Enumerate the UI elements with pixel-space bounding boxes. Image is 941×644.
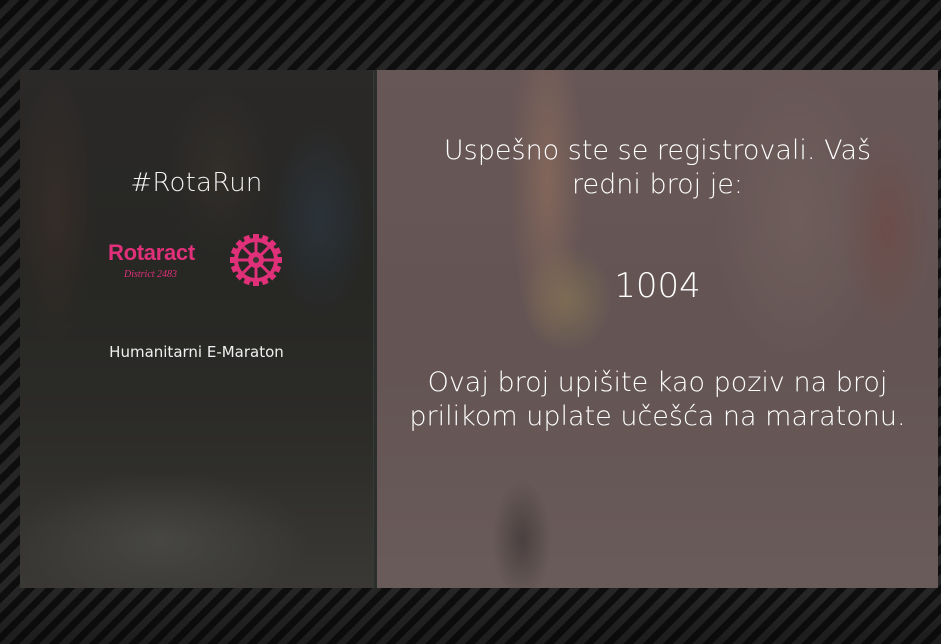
event-name: Humanitarni E-Maraton bbox=[109, 343, 284, 361]
registration-card: #RotaRun Rotaract District 2483 Humanita… bbox=[20, 70, 938, 588]
right-panel: Uspešno ste se registrovali. Vaš redni b… bbox=[377, 70, 938, 588]
hashtag-title: #RotaRun bbox=[130, 168, 263, 198]
registration-number: 1004 bbox=[614, 266, 701, 306]
top-stripe-band bbox=[0, 0, 941, 70]
instruction-message: Ovaj broj upišite kao poziv na broj pril… bbox=[409, 367, 906, 432]
rotaract-logo: Rotaract District 2483 bbox=[108, 232, 288, 292]
logo-wordmark: Rotaract bbox=[108, 240, 195, 265]
left-panel: #RotaRun Rotaract District 2483 Humanita… bbox=[20, 70, 373, 588]
bottom-stripe-band bbox=[0, 588, 941, 644]
logo-district: District 2483 bbox=[124, 269, 178, 280]
success-message: Uspešno ste se registrovali. Vaš redni b… bbox=[443, 135, 872, 200]
rotary-wheel-icon bbox=[230, 234, 282, 286]
